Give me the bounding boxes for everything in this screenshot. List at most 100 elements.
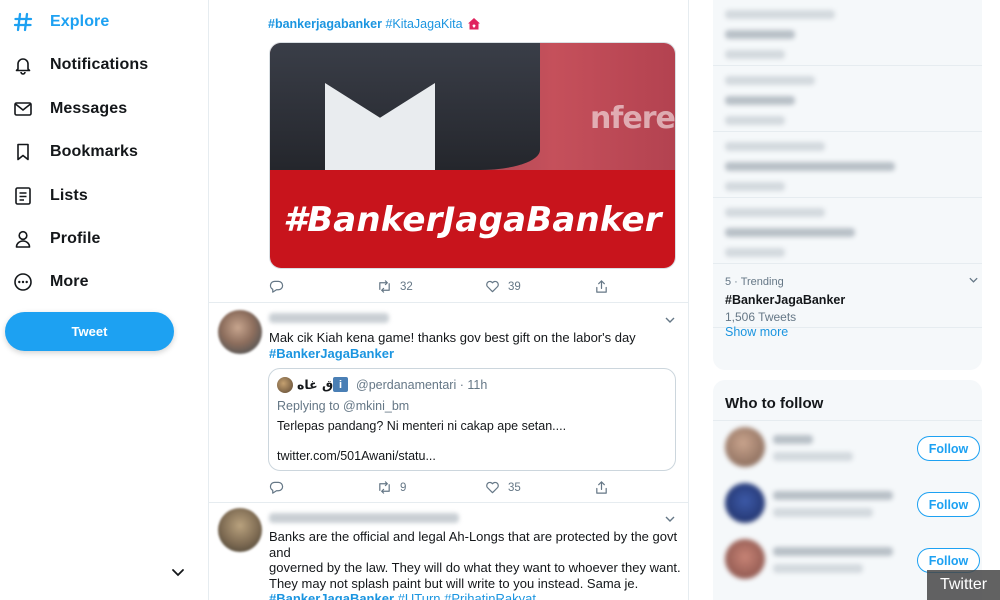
account-name-blurred [773,547,893,556]
trend-item[interactable] [713,66,982,132]
hashtag-link[interactable]: #UTurn [398,591,441,600]
tweet3-line: They may not splash paint but will write… [269,575,639,591]
account-handle-blurred [773,452,853,461]
trend-item[interactable] [713,132,982,198]
account-name-blurred [773,435,813,444]
left-navigation: Explore Notifications Messages Bookmarks… [0,0,209,600]
avatar[interactable] [725,427,765,467]
trend-item[interactable] [713,198,982,264]
nav-label-bookmarks: Bookmarks [50,143,139,160]
nav-label-messages: Messages [50,100,128,117]
tweet-divider [209,502,688,503]
reply-icon [269,280,284,293]
list-icon [12,185,34,207]
tweet-divider [209,302,688,303]
bookmark-icon [12,141,34,163]
chevron-down-icon[interactable] [170,566,186,580]
like-button[interactable]: 35 [485,480,521,495]
trend-item[interactable] [713,0,982,66]
right-sidebar: 5 · Trending #BankerJagaBanker 1,506 Twe… [689,0,1000,600]
follow-button[interactable]: Follow [917,492,980,517]
tweet-actions: 32 39 [269,279,669,297]
nav-item-lists[interactable]: Lists [0,176,200,216]
tweet3-line: governed by the law. They will do what t… [269,560,681,575]
quoted-text: Terlepas pandang? Ni menteri ni cakap ap… [277,419,567,433]
like-count: 35 [508,481,521,494]
like-count: 39 [508,280,521,293]
hashtag-link[interactable]: #BankerJagaBanker [269,591,394,600]
tweet2-text: Mak cik Kiah kena game! thanks gov best … [269,330,636,345]
avatar[interactable] [218,508,262,552]
hash-icon [12,11,34,33]
retweet-icon [379,481,390,494]
avatar[interactable] [725,539,765,579]
trend-name: #BankerJagaBanker [725,293,846,307]
hashtag-link[interactable]: #PrihatinRakyat [444,591,536,600]
nav-item-messages[interactable]: Messages [0,89,200,129]
chevron-down-icon[interactable] [664,515,676,523]
who-to-follow-title: Who to follow [725,395,824,412]
quoted-tweet[interactable]: فاق غاه i @perdanamentari · 11h Replying… [268,368,676,471]
nav-label-notifications: Notifications [50,56,149,73]
retweet-count: 32 [400,280,413,293]
retweet-count: 9 [400,481,407,494]
trends-panel: 5 · Trending #BankerJagaBanker 1,506 Twe… [713,0,982,370]
reply-button[interactable] [269,480,284,495]
envelope-icon [12,98,34,120]
hashtag-link[interactable]: #bankerjagabanker [268,17,382,31]
tweet-text: Mak cik Kiah kena game! thanks gov best … [269,330,669,361]
author-name-blurred [269,513,459,523]
follow-button[interactable]: Follow [917,436,980,461]
timeline-feed: #bankerjagabanker #KitaJagaKita nference… [209,0,689,600]
account-handle-blurred [773,508,873,517]
nav-item-profile[interactable]: Profile [0,219,200,259]
tweet1-hashtags: #bankerjagabanker #KitaJagaKita [268,17,481,31]
account-handle-blurred [773,564,863,573]
twitter-watermark: Twitter [927,570,1000,600]
tweet-text: Banks are the official and legal Ah-Long… [269,529,684,600]
share-icon [596,481,607,494]
nav-item-bookmarks[interactable]: Bookmarks [0,132,200,172]
chevron-down-icon[interactable] [664,316,676,324]
hashtag-link[interactable]: #KitaJagaKita [385,17,462,31]
avatar[interactable] [218,310,262,354]
quoted-handle: @perdanamentari · 11h [356,378,488,392]
trend-meta: 5 · Trending [725,276,784,288]
media-banner: #BankerJagaBanker [270,170,675,268]
heart-icon [486,481,499,494]
like-button[interactable]: 39 [485,279,521,294]
nav-label-explore: Explore [50,13,110,30]
hashtag-link[interactable]: #BankerJagaBanker [269,346,669,362]
author-name-blurred [269,313,389,323]
reply-button[interactable] [269,279,284,294]
media-banner-text: #BankerJagaBanker [283,200,662,240]
tweet3-line: Banks are the official and legal Ah-Long… [269,529,678,560]
share-button[interactable] [594,279,609,294]
retweet-button[interactable]: 9 [377,480,406,495]
trend-tweet-count: 1,506 Tweets [725,310,797,324]
chevron-down-icon[interactable] [968,276,979,284]
retweet-button[interactable]: 32 [377,279,413,294]
heart-icon [486,280,499,293]
avatar[interactable] [725,483,765,523]
quoted-link[interactable]: twitter.com/501Awani/statu... [277,449,436,463]
house-emoji-icon [467,17,481,30]
nav-label-lists: Lists [50,187,88,204]
show-more-link[interactable]: Show more [725,325,788,339]
who-to-follow-panel: Who to follow Follow Follow Follow [713,380,982,600]
tweet-actions: 9 35 [269,480,669,498]
bell-icon [12,54,34,76]
share-icon [596,280,607,293]
nav-item-explore[interactable]: Explore [0,2,200,42]
retweet-icon [379,280,390,293]
nav-item-more[interactable]: More [0,262,200,302]
share-button[interactable] [594,480,609,495]
trend-item-banker[interactable]: 5 · Trending #BankerJagaBanker 1,506 Twe… [713,264,982,328]
nav-label-more: More [50,273,89,290]
more-circle-icon [12,271,34,293]
tweet-media-image[interactable]: nference #BankerJagaBanker [269,42,676,269]
nav-item-notifications[interactable]: Notifications [0,45,200,85]
reply-icon [269,481,284,494]
account-name-blurred [773,491,893,500]
tweet-button[interactable]: Tweet [5,312,174,351]
